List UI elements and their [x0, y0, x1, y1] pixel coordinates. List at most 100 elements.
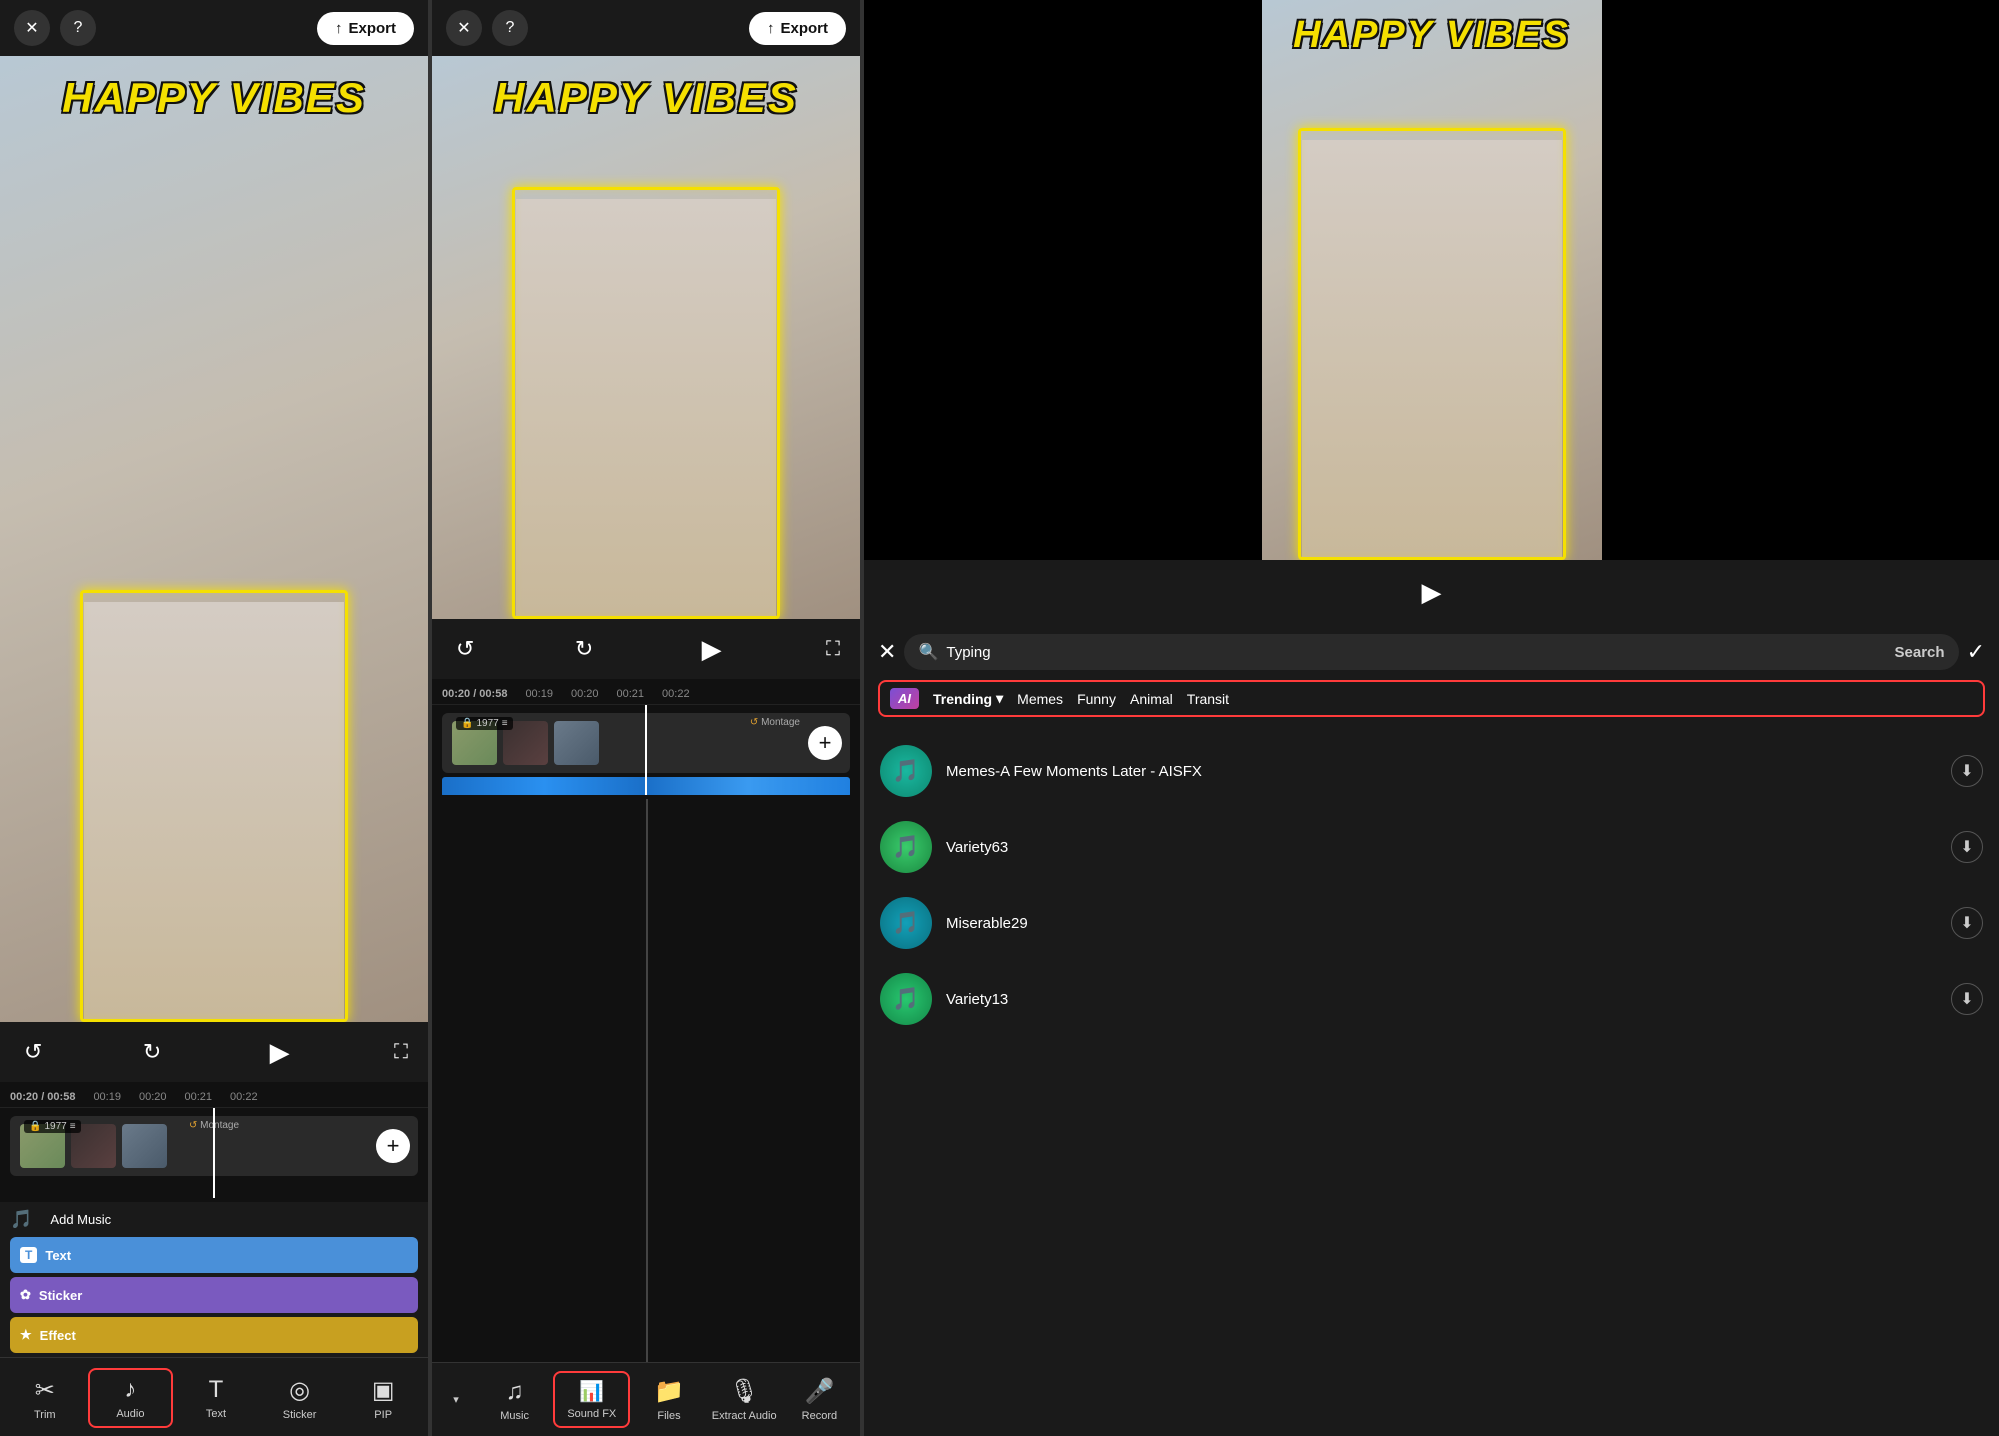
right-playback-controls: ▶: [864, 560, 1999, 624]
music-icon: ♫: [506, 1378, 524, 1406]
right-play-button[interactable]: ▶: [1410, 570, 1454, 614]
tab-trending[interactable]: Trending ▾: [933, 690, 1003, 707]
sound-list[interactable]: 🎵 Memes-A Few Moments Later - AISFX ⬇ 🎵 …: [864, 727, 1999, 1436]
middle-fullscreen-button[interactable]: ⛶: [826, 638, 840, 661]
sound-avatar-3: 🎵: [880, 897, 932, 949]
audio-icon: ♪: [124, 1376, 136, 1404]
right-panel-search-area: ✕ 🔍 Search ✓ AI Trending ▾ Memes: [864, 624, 1999, 727]
music-button[interactable]: ♫ Music: [478, 1371, 551, 1428]
check-icon: ✓: [1967, 639, 1985, 664]
files-button[interactable]: 📁 Files: [632, 1371, 705, 1428]
tab-animal[interactable]: Animal: [1130, 691, 1173, 707]
right-video-bg: HAPPY VIBES: [1262, 0, 1602, 560]
tab-funny[interactable]: Funny: [1077, 691, 1116, 707]
text-layer[interactable]: T Text: [10, 1237, 418, 1273]
sound-avatar-1: 🎵: [880, 745, 932, 797]
trim-button[interactable]: ✂ Trim: [4, 1368, 86, 1428]
sound-item-3[interactable]: 🎵 Miserable29 ⬇: [864, 885, 1999, 961]
track-thumb-3: [122, 1124, 167, 1168]
add-music-button[interactable]: Add Music: [40, 1208, 121, 1231]
middle-yellow-outline: [512, 187, 780, 619]
middle-close-button[interactable]: ✕: [446, 10, 482, 46]
search-input-wrap[interactable]: 🔍 Search: [904, 634, 1958, 670]
search-confirm-button[interactable]: ✓: [1967, 639, 1985, 665]
middle-redo-button[interactable]: ↻: [571, 632, 597, 666]
sound-wave-icon-2: 🎵: [892, 834, 919, 860]
pip-icon: ▣: [372, 1376, 395, 1405]
undo-icon: ↺: [24, 1039, 42, 1064]
left-export-button[interactable]: ↑ Export: [317, 12, 414, 45]
sound-name-1: Memes-A Few Moments Later - AISFX: [946, 763, 1937, 780]
download-button-3[interactable]: ⬇: [1951, 907, 1983, 939]
text-tool-button[interactable]: T Text: [175, 1368, 257, 1428]
search-input[interactable]: [946, 644, 1886, 661]
middle-play-button[interactable]: ▶: [690, 627, 734, 671]
right-play-icon: ▶: [1422, 577, 1442, 608]
middle-timeline-content[interactable]: 🔒 1977 ≡ ↺ Montage +: [432, 705, 860, 795]
sound-avatar-4: 🎵: [880, 973, 932, 1025]
play-icon: ▶: [270, 1037, 290, 1068]
middle-track-thumb-3: [554, 721, 599, 765]
download-button-2[interactable]: ⬇: [1951, 831, 1983, 863]
download-button-1[interactable]: ⬇: [1951, 755, 1983, 787]
download-button-4[interactable]: ⬇: [1951, 983, 1983, 1015]
left-track-layers: 🎵 Add Music T Text ✿ Sticker ★ Effect: [0, 1202, 428, 1357]
text-icon: T: [209, 1376, 224, 1404]
left-playback-controls: ↺ ↻ ▶ ⛶: [0, 1022, 428, 1082]
sound-item-2[interactable]: 🎵 Variety63 ⬇: [864, 809, 1999, 885]
middle-redo-icon: ↻: [575, 636, 593, 661]
sticker-tool-icon: ◎: [289, 1376, 310, 1405]
sound-item-4[interactable]: 🎵 Variety13 ⬇: [864, 961, 1999, 1037]
category-tabs: AI Trending ▾ Memes Funny Animal Transit: [878, 680, 1985, 717]
middle-track-badge-1977: 🔒 1977 ≡: [456, 717, 513, 730]
middle-panel: ✕ ? ↑ Export HAPPY VIBES ↺ ↻ ▶ ⛶: [432, 0, 862, 1436]
left-help-button[interactable]: ?: [60, 10, 96, 46]
audio-button[interactable]: ♪ Audio: [88, 1368, 174, 1428]
left-fullscreen-button[interactable]: ⛶: [394, 1041, 408, 1064]
left-redo-button[interactable]: ↻: [139, 1035, 165, 1069]
download-icon-4: ⬇: [1960, 989, 1973, 1009]
middle-undo-button[interactable]: ↺: [452, 632, 478, 666]
middle-montage-badge: ↺ Montage: [750, 717, 800, 728]
sound-item-1[interactable]: 🎵 Memes-A Few Moments Later - AISFX ⬇: [864, 733, 1999, 809]
middle-video-preview: HAPPY VIBES: [432, 56, 860, 619]
music-layer-row[interactable]: 🎵 Add Music: [10, 1206, 418, 1233]
left-undo-button[interactable]: ↺: [20, 1035, 46, 1069]
pip-button[interactable]: ▣ PIP: [342, 1368, 424, 1428]
middle-play-icon: ▶: [702, 634, 722, 665]
left-play-button[interactable]: ▶: [258, 1030, 302, 1074]
middle-help-button[interactable]: ?: [492, 10, 528, 46]
search-close-button[interactable]: ✕: [878, 639, 896, 665]
middle-title-text: HAPPY VIBES: [494, 56, 798, 122]
sound-avatar-2: 🎵: [880, 821, 932, 873]
record-button[interactable]: 🎤 Record: [783, 1371, 856, 1428]
trending-dropdown-icon: ▾: [996, 690, 1003, 707]
effect-layer[interactable]: ★ Effect: [10, 1317, 418, 1353]
left-video-preview: HAPPY VIBES: [0, 56, 428, 1022]
sound-wave-icon-3: 🎵: [892, 910, 919, 936]
left-bottom-toolbar: ✂ Trim ♪ Audio T Text ◎ Sticker ▣ PIP: [0, 1357, 428, 1436]
extract-audio-button[interactable]: 🎙 Extract Audio: [708, 1371, 781, 1428]
tab-memes[interactable]: Memes: [1017, 691, 1063, 707]
middle-content-area: [432, 799, 860, 1362]
left-add-clip-button[interactable]: +: [376, 1129, 410, 1163]
left-timeline-ruler: 00:20 / 00:58 00:19 00:20 00:21 00:22: [0, 1086, 428, 1108]
search-close-icon: ✕: [878, 639, 896, 664]
sticker-icon: ✿: [20, 1287, 31, 1303]
effect-icon: ★: [20, 1327, 32, 1343]
right-title-text: HAPPY VIBES: [1293, 0, 1570, 57]
left-close-button[interactable]: ✕: [14, 10, 50, 46]
tab-transit[interactable]: Transit: [1187, 691, 1229, 707]
ai-badge: AI: [890, 688, 919, 709]
middle-export-button[interactable]: ↑ Export: [749, 12, 846, 45]
middle-timeline-cursor: [645, 705, 647, 795]
sticker-tool-button[interactable]: ◎ Sticker: [259, 1368, 341, 1428]
sound-name-4: Variety13: [946, 991, 1937, 1008]
sticker-layer[interactable]: ✿ Sticker: [10, 1277, 418, 1313]
left-timeline-content[interactable]: 🔒 1977 ≡ ↺ Montage +: [0, 1108, 428, 1198]
search-row: ✕ 🔍 Search ✓: [878, 634, 1985, 670]
middle-add-clip-button[interactable]: +: [808, 726, 842, 760]
soundfx-button[interactable]: 📊 Sound FX: [553, 1371, 630, 1428]
search-submit-button[interactable]: Search: [1895, 644, 1945, 661]
scroll-down-button[interactable]: ▾: [436, 1371, 476, 1428]
